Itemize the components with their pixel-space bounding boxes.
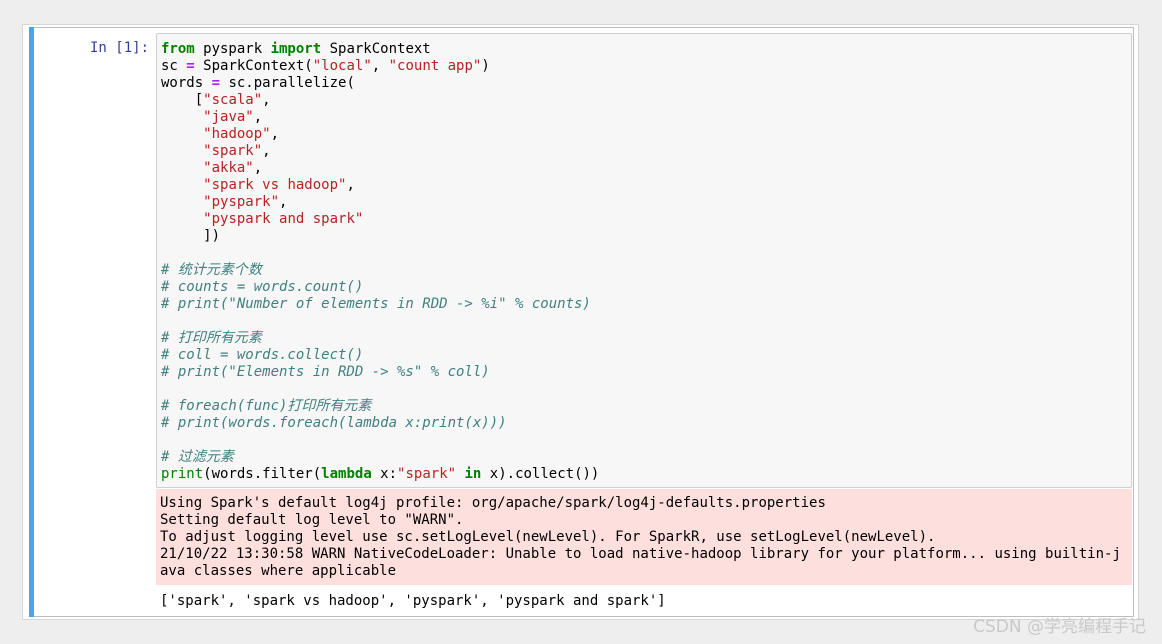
code-comment: # 统计元素个数	[161, 262, 262, 278]
stderr-output: Using Spark's default log4j profile: org…	[156, 489, 1132, 585]
stderr-line: 21/10/22 13:30:58 WARN NativeCodeLoader:…	[160, 546, 1121, 562]
code-comment: # counts = words.count()	[161, 279, 364, 295]
code-comment: # print(words.foreach(lambda x:print(x))…	[161, 415, 507, 431]
code-comment: # print("Elements in RDD -> %s" % coll)	[161, 364, 490, 380]
code-text[interactable]: from pyspark import SparkContext sc = Sp…	[157, 34, 1131, 483]
code-comment: # print("Number of elements in RDD -> %i…	[161, 296, 591, 312]
watermark: CSDN @学亮编程手记	[973, 617, 1146, 637]
code-line-1: from pyspark import SparkContext	[161, 41, 431, 57]
code-line-last: print(words.filter(lambda x:"spark" in x…	[161, 466, 600, 482]
code-line-2: sc = SparkContext("local", "count app")	[161, 58, 490, 74]
code-cell[interactable]: In [1]: from pyspark import SparkContext…	[29, 27, 1134, 617]
code-comment: # 打印所有元素	[161, 330, 262, 346]
code-comment: # foreach(func)打印所有元素	[161, 398, 372, 414]
stdout-output: ['spark', 'spark vs hadoop', 'pyspark', …	[160, 593, 666, 609]
stderr-line: ava classes where applicable	[160, 563, 397, 579]
stderr-line: Using Spark's default log4j profile: org…	[160, 495, 826, 511]
cell-selection-indicator	[29, 27, 34, 617]
stderr-text: Using Spark's default log4j profile: org…	[156, 489, 1132, 580]
code-editor[interactable]: from pyspark import SparkContext sc = Sp…	[156, 33, 1132, 488]
stderr-line: Setting default log level to "WARN".	[160, 512, 464, 528]
code-comment: # 过滤元素	[161, 449, 234, 465]
code-comment: # coll = words.collect()	[161, 347, 364, 363]
code-line-3: words = sc.parallelize(	[161, 75, 355, 91]
input-prompt: In [1]:	[90, 40, 150, 56]
notebook-page: In [1]: from pyspark import SparkContext…	[22, 24, 1139, 620]
stderr-line: To adjust logging level use sc.setLogLev…	[160, 529, 936, 545]
